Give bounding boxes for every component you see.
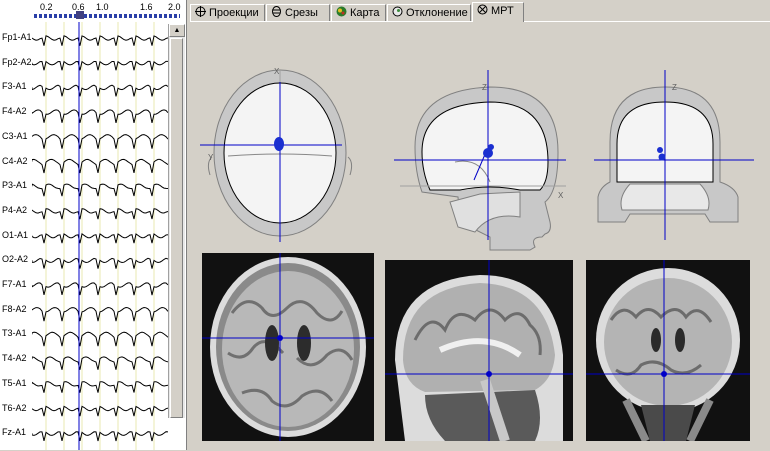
tab-label: Отклонение bbox=[406, 7, 468, 19]
mri-view-panel: X Y Z X Z bbox=[190, 21, 770, 451]
tab-label: Проекции bbox=[209, 7, 259, 19]
time-tick: 2.0 bbox=[168, 2, 181, 12]
tab-deviation[interactable]: Отклонение bbox=[387, 4, 471, 21]
channel-label[interactable]: F8-A2 bbox=[2, 304, 32, 314]
map-icon bbox=[336, 6, 347, 17]
tab-label: МРТ bbox=[491, 5, 514, 17]
slices-icon bbox=[272, 6, 281, 17]
sagittal-schematic[interactable]: Z X bbox=[394, 70, 566, 251]
time-tick: 0.2 bbox=[40, 2, 53, 12]
mri-axial-slice[interactable] bbox=[202, 253, 374, 441]
time-tick: 1.6 bbox=[140, 2, 153, 12]
channel-label[interactable]: T4-A2 bbox=[2, 353, 32, 363]
scroll-up-icon[interactable]: ▲ bbox=[169, 24, 185, 37]
projections-icon bbox=[195, 6, 206, 17]
channel-label[interactable]: Fp1-A1 bbox=[2, 32, 32, 42]
channel-label[interactable]: F3-A1 bbox=[2, 81, 32, 91]
channel-label[interactable]: F4-A2 bbox=[2, 106, 32, 116]
scroll-thumb[interactable] bbox=[170, 38, 183, 418]
tab-label: Срезы bbox=[285, 7, 318, 19]
axis-label: X bbox=[558, 191, 564, 200]
axis-label: Z bbox=[482, 83, 487, 92]
tab-map[interactable]: Карта bbox=[331, 4, 386, 21]
eeg-scrollbar[interactable]: ▲ bbox=[168, 24, 185, 418]
tab-mri[interactable]: МРТ bbox=[472, 2, 524, 22]
channel-label[interactable]: Fz-A1 bbox=[2, 427, 32, 437]
mri-sagittal-slice[interactable] bbox=[385, 260, 573, 441]
eeg-traces[interactable] bbox=[32, 22, 168, 450]
time-ruler[interactable]: 0.2 0.6 1.0 1.6 2.0 bbox=[32, 0, 182, 22]
mri-icon bbox=[477, 4, 488, 15]
deviation-icon bbox=[392, 6, 403, 17]
axial-schematic[interactable]: X Y bbox=[200, 67, 353, 242]
tab-slices[interactable]: Срезы bbox=[266, 4, 330, 21]
tab-label: Карта bbox=[350, 7, 380, 19]
channel-label[interactable]: T6-A2 bbox=[2, 403, 32, 413]
channel-label[interactable]: T3-A1 bbox=[2, 328, 32, 338]
mri-coronal-slice[interactable] bbox=[586, 260, 750, 441]
time-marker[interactable] bbox=[76, 11, 84, 19]
axis-label: X bbox=[274, 67, 280, 76]
channel-label[interactable]: F7-A1 bbox=[2, 279, 32, 289]
axis-label: Z bbox=[672, 83, 677, 92]
channel-label[interactable]: C4-A2 bbox=[2, 156, 32, 166]
time-ruler-scale bbox=[34, 14, 180, 18]
time-tick: 1.0 bbox=[96, 2, 109, 12]
channel-label[interactable]: T5-A1 bbox=[2, 378, 32, 388]
channel-label[interactable]: O2-A2 bbox=[2, 254, 32, 264]
channel-label[interactable]: P4-A2 bbox=[2, 205, 32, 215]
axis-label: Y bbox=[208, 153, 214, 162]
eeg-panel: 0.2 0.6 1.0 1.6 2.0 Fp1-A1 Fp2-A2 F3-A1 F4-… bbox=[0, 0, 187, 450]
channel-label[interactable]: Fp2-A2 bbox=[2, 57, 32, 67]
coronal-schematic[interactable]: Z bbox=[594, 70, 754, 240]
tab-projections[interactable]: Проекции bbox=[190, 4, 265, 21]
channel-label[interactable]: C3-A1 bbox=[2, 131, 32, 141]
channel-label[interactable]: P3-A1 bbox=[2, 180, 32, 190]
channel-label[interactable]: O1-A1 bbox=[2, 230, 32, 240]
